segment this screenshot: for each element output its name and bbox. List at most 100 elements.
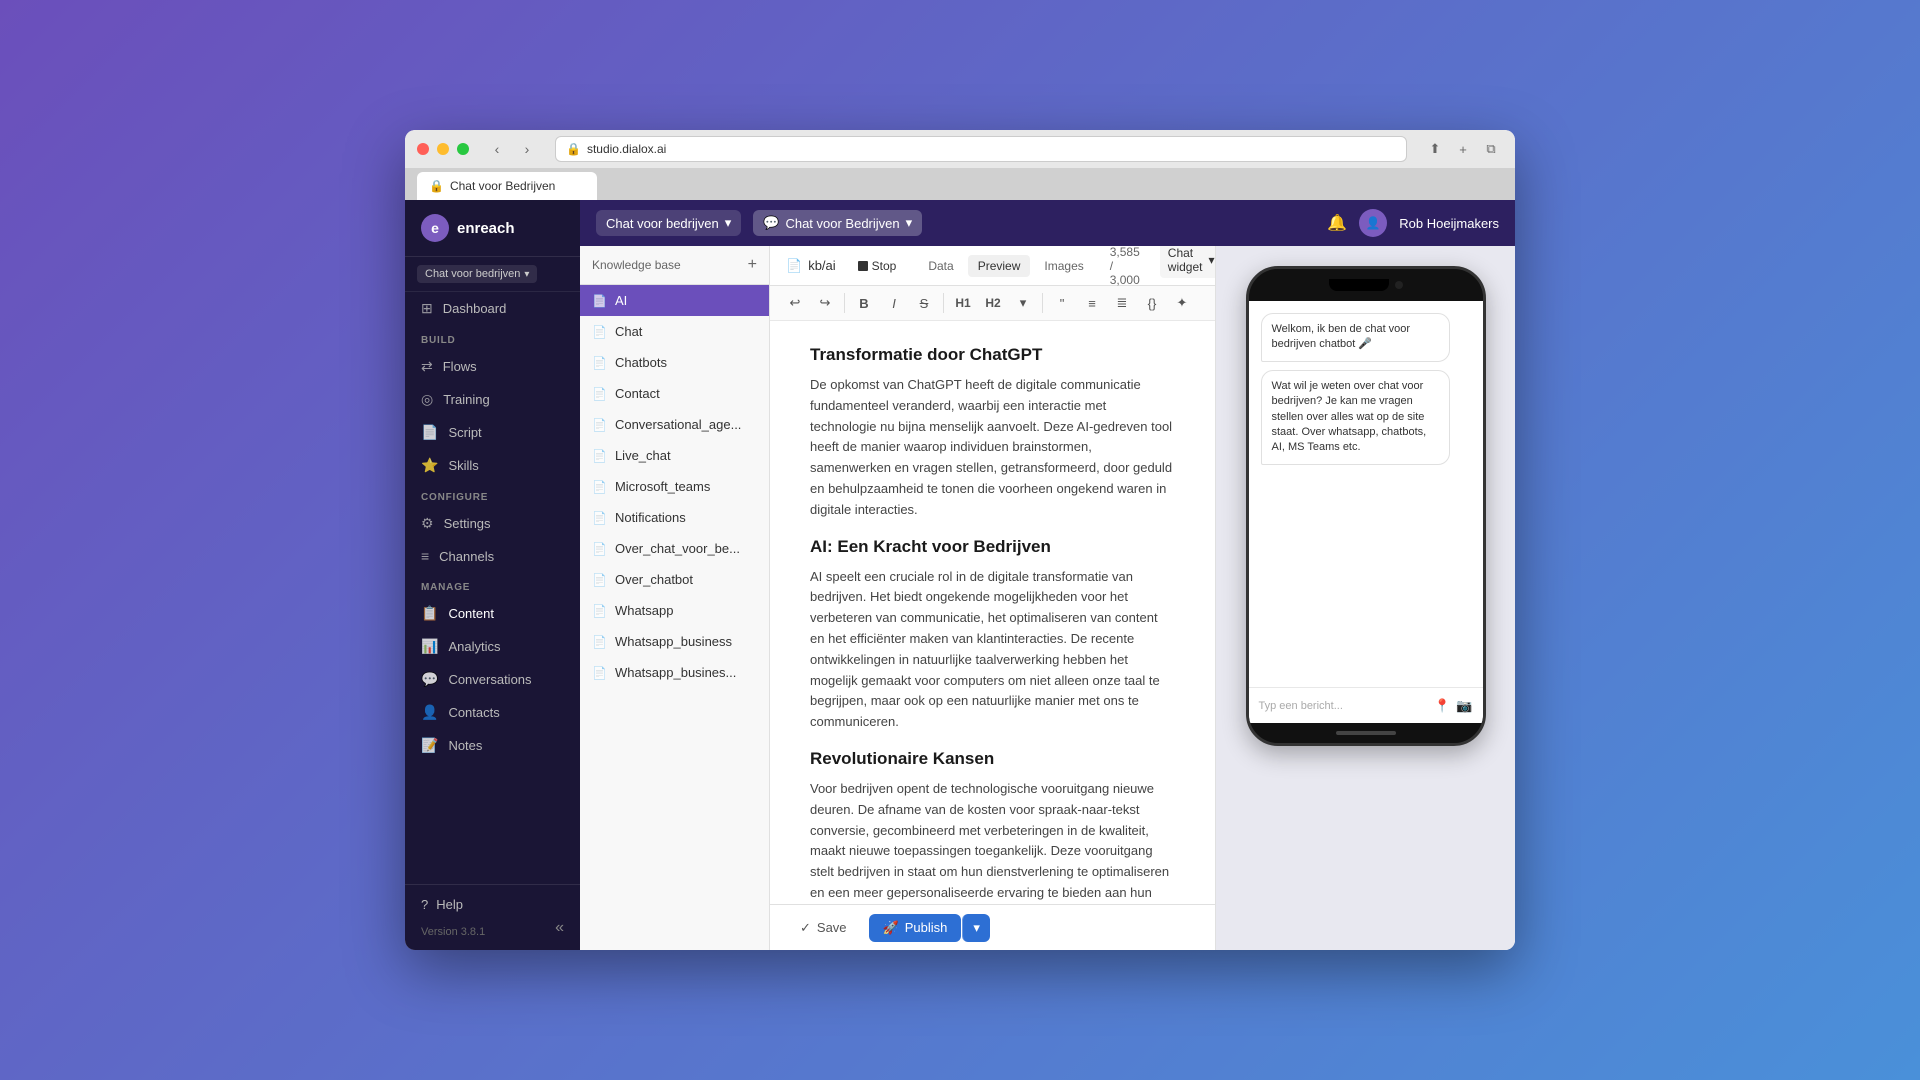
editor-topbar: 📄 kb/ai Stop Data Preview Images 3	[770, 246, 1215, 286]
kb-item-chat[interactable]: 📄 Chat	[580, 316, 769, 347]
stop-button[interactable]: Stop	[848, 255, 907, 277]
kb-item-chatbots[interactable]: 📄 Chatbots	[580, 347, 769, 378]
checkmark-icon: ✓	[800, 920, 811, 936]
skills-icon: ⭐	[421, 457, 438, 474]
kb-item-over-chat-voor-be[interactable]: 📄 Over_chat_voor_be...	[580, 533, 769, 564]
dashboard-icon: ⊞	[421, 300, 433, 317]
knowledge-base-sidebar: Knowledge base + 📄 AI 📄 Chat 📄 Chatbots	[580, 246, 770, 950]
active-project-tab[interactable]: 💬 Chat voor Bedrijven ▾	[753, 210, 922, 236]
sidebar-item-content[interactable]: 📋 Content	[405, 597, 580, 630]
minimize-button[interactable]	[437, 143, 449, 155]
sidebar-item-label: Content	[448, 606, 494, 621]
manage-section-label: Manage	[405, 572, 580, 597]
location-icon[interactable]: 📍	[1434, 698, 1450, 714]
sidebar-item-script[interactable]: 📄 Script	[405, 416, 580, 449]
file-name-text: kb/ai	[808, 258, 835, 273]
sidebar-item-analytics[interactable]: 📊 Analytics	[405, 630, 580, 663]
sidebar-item-label: Dashboard	[443, 301, 507, 316]
chat-bubble-text: Welkom, ik ben de chat voor bedrijven ch…	[1272, 323, 1411, 350]
kb-item-over-chatbot[interactable]: 📄 Over_chatbot	[580, 564, 769, 595]
tab-button[interactable]: +	[1451, 137, 1475, 161]
kb-item-notifications[interactable]: 📄 Notifications	[580, 502, 769, 533]
bold-button[interactable]: B	[851, 290, 877, 316]
content-section-2: Revolutionaire Kansen Voor bedrijven ope…	[810, 749, 1175, 904]
widget-selector[interactable]: Chat widget ▾	[1160, 246, 1215, 278]
kb-item-microsoft-teams[interactable]: 📄 Microsoft_teams	[580, 471, 769, 502]
share-button[interactable]: ⬆	[1423, 137, 1447, 161]
user-info[interactable]: Rob Hoeijmakers	[1399, 216, 1499, 231]
content-section-0: Transformatie door ChatGPT De opkomst va…	[810, 345, 1175, 521]
chat-input-placeholder[interactable]: Typ een bericht...	[1259, 700, 1427, 712]
forward-button[interactable]: ›	[515, 137, 539, 161]
heading-dropdown[interactable]: ▾	[1010, 290, 1036, 316]
kb-item-label: Whatsapp	[615, 603, 674, 618]
phone-notch	[1329, 279, 1389, 291]
kb-item-whatsapp-business[interactable]: 📄 Whatsapp_business	[580, 626, 769, 657]
blockquote-button[interactable]: "	[1049, 290, 1075, 316]
kb-item-live-chat[interactable]: 📄 Live_chat	[580, 440, 769, 471]
tab-close-icon[interactable]: ▾	[906, 215, 913, 231]
sidebar-item-label: Training	[443, 392, 489, 407]
kb-item-icon: 📄	[592, 294, 607, 308]
sidebar-item-channels[interactable]: ≡ Channels	[405, 540, 580, 572]
flows-icon: ⇄	[421, 358, 433, 375]
channels-icon: ≡	[421, 548, 429, 564]
analytics-icon: 📊	[421, 638, 438, 655]
kb-item-whatsapp[interactable]: 📄 Whatsapp	[580, 595, 769, 626]
kb-item-icon: 📄	[592, 511, 607, 525]
tab-data[interactable]: Data	[918, 255, 963, 277]
sidebar-item-skills[interactable]: ⭐ Skills	[405, 449, 580, 482]
redo-button[interactable]: ↪	[812, 290, 838, 316]
kb-item-label: Contact	[615, 386, 660, 401]
sidebar-item-flows[interactable]: ⇄ Flows	[405, 350, 580, 383]
kb-item-contact[interactable]: 📄 Contact	[580, 378, 769, 409]
tab-images[interactable]: Images	[1034, 255, 1093, 277]
project-dropdown[interactable]: Chat voor bedrijven ▾	[596, 210, 741, 236]
bullet-list-button[interactable]: ≡	[1079, 290, 1105, 316]
italic-button[interactable]: I	[881, 290, 907, 316]
configure-section-label: Configure	[405, 482, 580, 507]
sidebar-item-conversations[interactable]: 💬 Conversations	[405, 663, 580, 696]
sidebar-item-training[interactable]: ◎ Training	[405, 383, 580, 416]
close-button[interactable]	[417, 143, 429, 155]
browser-titlebar: ‹ › 🔒 studio.dialox.ai ⬆ + ⧉	[405, 130, 1515, 168]
kb-item-conversational-age[interactable]: 📄 Conversational_age...	[580, 409, 769, 440]
editor-content[interactable]: Transformatie door ChatGPT De opkomst va…	[770, 321, 1215, 904]
strikethrough-button[interactable]: S	[911, 290, 937, 316]
undo-button[interactable]: ↩	[782, 290, 808, 316]
kb-item-label: Notifications	[615, 510, 686, 525]
phone-screen: Welkom, ik ben de chat voor bedrijven ch…	[1249, 301, 1483, 723]
chat-voor-bedrijven-dropdown[interactable]: Chat voor bedrijven ▾	[417, 265, 537, 283]
ordered-list-button[interactable]: ≣	[1109, 290, 1135, 316]
kb-item-label: Chatbots	[615, 355, 667, 370]
publish-button[interactable]: 🚀 Publish	[869, 914, 962, 942]
kb-item-ai[interactable]: 📄 AI	[580, 285, 769, 316]
sidebar-toggle[interactable]: ⧉	[1479, 137, 1503, 161]
sidebar-item-settings[interactable]: ⚙ Settings	[405, 507, 580, 540]
more-button[interactable]: ✦	[1169, 290, 1195, 316]
maximize-button[interactable]	[457, 143, 469, 155]
help-item[interactable]: ? Help	[421, 897, 564, 912]
address-bar[interactable]: 🔒 studio.dialox.ai	[555, 136, 1407, 162]
editor-footer: ✓ Save 🚀 Publish ▾	[770, 904, 1215, 950]
h2-button[interactable]: H2	[980, 290, 1006, 316]
camera-icon[interactable]: 📷	[1456, 698, 1472, 714]
publish-dropdown-button[interactable]: ▾	[962, 914, 990, 942]
code-button[interactable]: {}	[1139, 290, 1165, 316]
save-button[interactable]: ✓ Save	[786, 914, 861, 942]
add-kb-item-button[interactable]: +	[748, 256, 757, 274]
back-button[interactable]: ‹	[485, 137, 509, 161]
sidebar-item-dashboard[interactable]: ⊞ Dashboard	[405, 292, 580, 325]
active-tab[interactable]: 🔒 Chat voor Bedrijven	[417, 172, 597, 200]
sidebar-item-contacts[interactable]: 👤 Contacts	[405, 696, 580, 729]
collapse-sidebar-button[interactable]: «	[555, 919, 564, 937]
tab-preview[interactable]: Preview	[968, 255, 1031, 277]
kb-item-whatsapp-busines2[interactable]: 📄 Whatsapp_busines...	[580, 657, 769, 688]
notifications-button[interactable]: 🔔	[1327, 213, 1347, 233]
phone-mockup: Welkom, ik ben de chat voor bedrijven ch…	[1246, 266, 1486, 746]
h1-button[interactable]: H1	[950, 290, 976, 316]
sidebar-item-notes[interactable]: 📝 Notes	[405, 729, 580, 762]
user-avatar-small[interactable]: 👤	[1359, 209, 1387, 237]
phone-bottom	[1249, 723, 1483, 743]
kb-item-icon: 📄	[592, 573, 607, 587]
